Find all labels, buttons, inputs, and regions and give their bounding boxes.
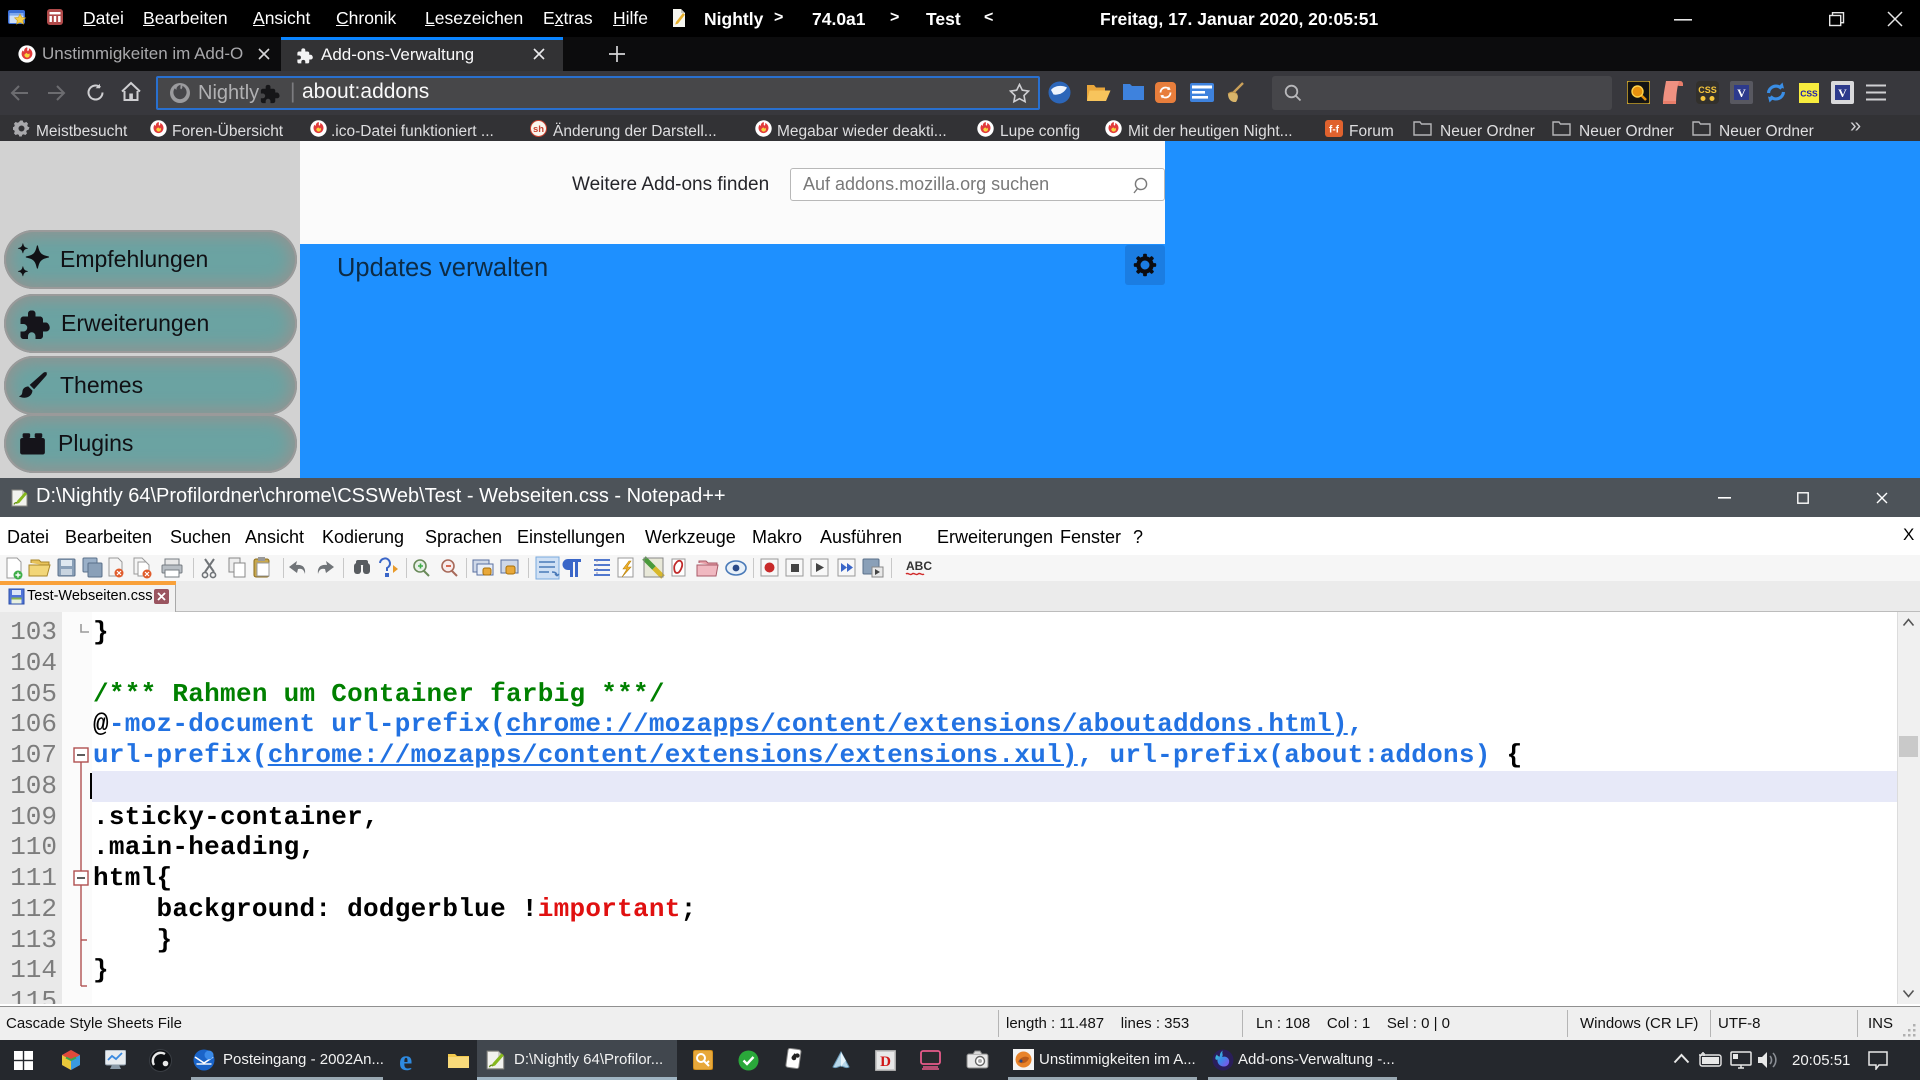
svg-text:ABC: ABC [906,559,932,573]
svg-text:f-f: f-f [1329,125,1340,136]
svg-text:D: D [880,1054,891,1070]
svg-text:V: V [1737,86,1746,100]
svg-text:CSS: CSS [1800,89,1818,99]
svg-text:CSS: CSS [1698,85,1717,95]
svg-text:V: V [1838,86,1847,100]
svg-text:sh: sh [533,124,544,135]
